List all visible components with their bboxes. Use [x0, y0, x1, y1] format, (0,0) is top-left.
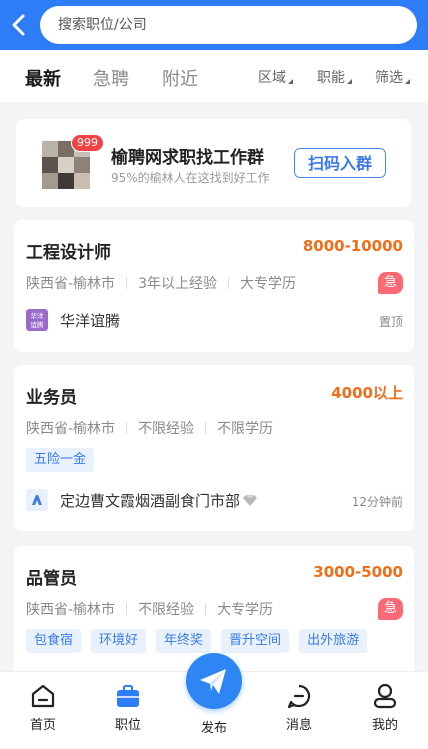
company-name: 华洋谊腾 [60, 311, 121, 330]
job-salary: 4000以上 [331, 384, 403, 402]
job-experience: 不限经验 [138, 602, 195, 618]
job-tag: 出外旅游 [299, 629, 368, 653]
dropdown-triangle-icon [347, 79, 352, 84]
tab-latest[interactable]: 最新 [25, 65, 61, 91]
scan-join-group-button[interactable]: 扫码入群 [294, 148, 386, 178]
category-tab-bar: 最新 急聘 附近 区域 职能 筛选 [0, 50, 428, 102]
job-tag: 五险一金 [26, 448, 95, 472]
filter-function[interactable]: 职能 [317, 67, 352, 87]
posted-time: 12分钟前 [351, 495, 403, 509]
top-header [0, 0, 428, 50]
diamond-icon [243, 495, 258, 506]
company-row: 定边曹文霞烟酒副食门市部 [26, 489, 258, 511]
nav-profile[interactable]: 我的 [355, 682, 415, 733]
banner-title: 榆聘网求职找工作群 [111, 148, 264, 168]
job-tags: 五险一金 [26, 448, 95, 472]
nav-home[interactable]: 首页 [13, 682, 73, 733]
home-icon [31, 684, 55, 708]
job-location: 陕西省-榆林市 [26, 276, 116, 292]
nav-profile-label: 我的 [371, 718, 398, 733]
filter-region-label: 区域 [258, 70, 286, 86]
urgent-badge: 急 [378, 272, 403, 294]
company-logo: 华洋 谊腾 [26, 309, 48, 331]
company-name: 定边曹文霞烟酒副食门市部 [60, 491, 241, 510]
dropdown-triangle-icon [288, 79, 293, 84]
job-tag: 晋升空间 [221, 629, 290, 653]
search-input[interactable] [40, 6, 417, 44]
job-card[interactable]: 业务员 4000以上 陕西省-榆林市 不限经验 不限学历 五险一金 定边曹文霞烟酒副… [14, 365, 414, 531]
job-education: 大专学历 [239, 276, 296, 292]
job-experience: 不限经验 [138, 421, 195, 437]
pinned-label: 置顶 [378, 315, 403, 329]
nav-jobs[interactable]: 职位 [98, 682, 158, 733]
job-tags: 包食宿 环境好 年终奖 晋升空间 出外旅游 [26, 629, 368, 653]
job-location: 陕西省-榆林市 [26, 602, 116, 618]
banner-subtitle: 95%的榆林人在这找到好工作 [111, 171, 270, 185]
job-education: 大专学历 [217, 602, 274, 618]
urgent-badge: 急 [378, 598, 403, 620]
user-icon [373, 683, 397, 709]
job-location: 陕西省-榆林市 [26, 421, 116, 437]
paper-plane-icon [200, 669, 226, 694]
dropdown-triangle-icon [405, 79, 410, 84]
briefcase-icon [117, 685, 139, 707]
nav-messages-label: 消息 [285, 718, 312, 733]
nav-publish-label: 发布 [200, 721, 227, 736]
filter-region[interactable]: 区域 [258, 67, 293, 87]
job-group-banner[interactable]: 999 榆聘网求职找工作群 95%的榆林人在这找到好工作 扫码入群 [16, 119, 411, 207]
tab-urgent[interactable]: 急聘 [93, 65, 129, 91]
company-row: 华洋 谊腾 华洋谊腾 [26, 309, 120, 331]
nav-jobs-label: 职位 [114, 718, 141, 733]
job-tag: 环境好 [91, 629, 147, 653]
back-arrow-icon[interactable] [6, 11, 32, 39]
unread-count-badge: 999 [71, 134, 104, 152]
svg-text:谊腾: 谊腾 [31, 320, 45, 329]
filter-more-label: 筛选 [375, 70, 403, 86]
job-title: 业务员 [26, 388, 77, 408]
filter-function-label: 职能 [317, 70, 345, 86]
job-meta: 陕西省-榆林市 3年以上经验 大专学历 [26, 273, 296, 293]
job-title: 工程设计师 [26, 243, 111, 263]
job-card[interactable]: 工程设计师 8000-10000 陕西省-榆林市 3年以上经验 大专学历 急 华洋 … [14, 220, 414, 352]
job-education: 不限学历 [217, 421, 274, 437]
job-meta: 陕西省-榆林市 不限经验 不限学历 [26, 418, 273, 438]
job-experience: 3年以上经验 [138, 276, 217, 292]
message-icon [287, 684, 311, 709]
job-title: 品管员 [26, 569, 77, 589]
nav-messages[interactable]: 消息 [269, 682, 329, 733]
job-salary: 3000-5000 [313, 563, 403, 581]
job-tag: 年终奖 [156, 629, 212, 653]
tab-nearby[interactable]: 附近 [162, 65, 198, 91]
filter-more[interactable]: 筛选 [375, 67, 410, 87]
company-logo [26, 489, 48, 511]
publish-button[interactable] [186, 653, 242, 709]
job-salary: 8000-10000 [302, 237, 403, 255]
job-meta: 陕西省-榆林市 不限经验 大专学历 [26, 599, 273, 619]
job-tag: 包食宿 [26, 629, 82, 653]
svg-text:华洋: 华洋 [31, 311, 45, 320]
nav-home-label: 首页 [29, 718, 56, 733]
